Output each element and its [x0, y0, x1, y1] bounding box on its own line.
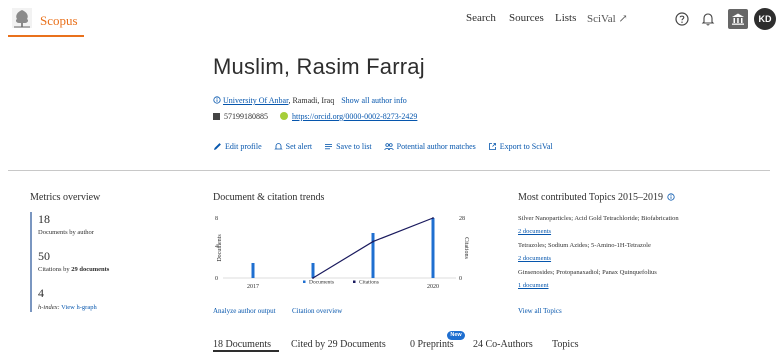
y-left-tick: 0 [215, 276, 218, 282]
affiliation-link[interactable]: University Of Anbar [223, 96, 288, 105]
citations-label-count: 29 documents [71, 266, 110, 273]
y-right-axis-label: Citations [463, 237, 469, 259]
section-divider [8, 170, 770, 171]
set-alert-label: Set alert [285, 142, 313, 151]
tab-co-authors[interactable]: 24 Co-Authors [473, 339, 533, 350]
tab-cited-by[interactable]: Cited by 29 Documents [291, 339, 386, 350]
legend-swatch-citations [353, 280, 356, 283]
documents-bar[interactable] [371, 233, 375, 278]
hindex-value: 4 [38, 286, 44, 300]
set-alert-button[interactable]: Set alert [273, 142, 313, 151]
metrics-overview-title: Metrics overview [30, 192, 101, 203]
topic-name: Silver Nanoparticles; Acid Gold Tetrachl… [518, 215, 679, 222]
topic-documents-link[interactable]: 2 documents [518, 255, 551, 262]
topics-title: Most contributed Topics 2015–2019 [518, 192, 676, 203]
nav-search[interactable]: Search [466, 12, 496, 24]
user-avatar[interactable]: KD [754, 8, 776, 30]
chart-legend: Documents Citations [303, 280, 379, 286]
documents-bars [251, 218, 435, 278]
people-icon [384, 143, 394, 151]
orcid-link[interactable]: https://orcid.org/0000-0002-8273-2429 [292, 112, 417, 121]
citations-point[interactable] [432, 217, 434, 219]
export-to-scival-button[interactable]: Export to SciVal [488, 142, 553, 151]
scopus-id: 57199180885 [224, 112, 268, 121]
edit-profile-label: Edit profile [225, 142, 262, 151]
legend-label-documents: Documents [309, 280, 334, 286]
hindex-line: h-index: View h-graph [38, 304, 97, 311]
citation-overview-link[interactable]: Citation overview [292, 307, 342, 315]
save-to-list-label: Save to list [336, 142, 372, 151]
tab-topics[interactable]: Topics [552, 339, 579, 350]
topics-title-text: Most contributed Topics 2015–2019 [518, 192, 663, 203]
topic-documents-link[interactable]: 2 documents [518, 228, 551, 235]
tab-documents[interactable]: 18 Documents [213, 339, 271, 350]
orcid-icon [280, 112, 288, 120]
topic-documents-link[interactable]: 1 document [518, 282, 549, 289]
author-name: Muslim, Rasim Farraj [213, 54, 425, 79]
document-citation-chart: 8 4 0 Documents 28 0 Citations 2017 2020… [215, 216, 469, 290]
analyze-author-output-link[interactable]: Analyze author output [213, 307, 276, 315]
y-right-tick: 28 [459, 216, 465, 222]
new-badge: New [447, 331, 465, 340]
institution-button[interactable] [728, 9, 748, 29]
documents-bar[interactable] [251, 263, 255, 278]
documents-count: 18 [38, 212, 50, 226]
citations-label-prefix: Citations by [38, 266, 72, 273]
trends-title: Document & citation trends [213, 192, 325, 203]
brand-name: Scopus [40, 13, 78, 28]
topic-name: Tetrazoles; Sodium Azides; 5-Amino-1H-Te… [518, 242, 651, 249]
y-right-tick: 0 [459, 276, 462, 282]
nav-lists[interactable]: Lists [555, 12, 576, 24]
topic-name: Ginsenosides; Protopanaxadiol; Panax Qui… [518, 269, 657, 276]
nav-scival[interactable]: SciVal ↗ [587, 12, 628, 25]
brand-underline [8, 35, 84, 37]
info-icon [213, 96, 221, 104]
metrics-accent-bar [30, 212, 32, 312]
x-tick-label: 2017 [247, 284, 259, 290]
elsevier-tree-icon [12, 8, 32, 28]
hindex-label: h-index: [38, 304, 60, 311]
y-left-axis-label: Documents [217, 234, 223, 262]
bell-icon [273, 143, 283, 150]
show-all-author-info-link[interactable]: Show all author info [341, 96, 407, 105]
author-ids-line: 57199180885 https://orcid.org/0000-0002-… [213, 112, 417, 121]
pencil-icon [214, 143, 221, 150]
bell-icon[interactable] [698, 9, 718, 29]
export-icon [488, 143, 496, 150]
citations-count: 50 [38, 249, 50, 263]
view-hgraph-link[interactable]: View h-graph [61, 304, 97, 311]
documents-label: Documents by author [38, 229, 94, 236]
affiliation-location: , Ramadi, Iraq [288, 96, 335, 105]
potential-author-matches-label: Potential author matches [396, 142, 476, 151]
help-icon[interactable] [672, 9, 692, 29]
citations-point[interactable] [372, 240, 374, 243]
scopus-logo[interactable]: Scopus [8, 4, 84, 36]
documents-bar[interactable] [431, 218, 435, 278]
list-icon [325, 144, 333, 150]
author-actions: Edit profile Set alert Save to list Pote… [213, 142, 563, 151]
scopus-id-icon [213, 113, 220, 120]
info-icon[interactable] [667, 193, 676, 201]
x-tick-label: 2020 [427, 284, 439, 290]
save-to-list-button[interactable]: Save to list [324, 142, 372, 151]
affiliation-line: University Of Anbar, Ramadi, Iraq Show a… [213, 96, 407, 105]
view-all-topics-link[interactable]: View all Topics [518, 307, 562, 315]
edit-profile-button[interactable]: Edit profile [213, 142, 262, 151]
export-to-scival-label: Export to SciVal [499, 142, 553, 151]
top-header: Scopus Search Sources Lists SciVal ↗ KD [0, 0, 778, 40]
institution-icon [732, 13, 744, 25]
y-left-tick: 8 [215, 216, 218, 222]
legend-swatch-documents [303, 280, 306, 283]
tab-preprints[interactable]: 0 Preprints [410, 339, 454, 350]
documents-bar[interactable] [311, 263, 315, 278]
legend-label-citations: Citations [359, 280, 379, 286]
potential-author-matches-button[interactable]: Potential author matches [384, 142, 476, 151]
citations-label: Citations by 29 documents [38, 266, 109, 273]
nav-sources[interactable]: Sources [509, 12, 544, 24]
